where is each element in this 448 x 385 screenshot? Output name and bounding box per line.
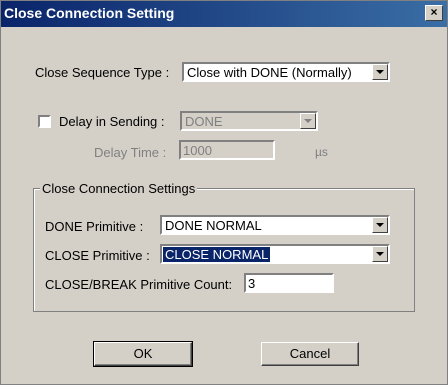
close-icon[interactable]: ×: [425, 5, 443, 21]
chevron-down-icon[interactable]: [372, 64, 388, 80]
cancel-button[interactable]: Cancel: [261, 342, 359, 366]
done-primitive-value: DONE NORMAL: [165, 218, 262, 233]
delay-time-label: Delay Time :: [94, 145, 167, 160]
window-title: Close Connection Setting: [4, 5, 175, 21]
count-label: CLOSE/BREAK Primitive Count:: [45, 277, 233, 292]
chevron-down-icon[interactable]: [300, 113, 316, 129]
delay-value: DONE: [185, 114, 223, 129]
delay-checkbox[interactable]: [38, 115, 51, 128]
delay-time-field[interactable]: 1000: [179, 140, 275, 160]
done-primitive-select[interactable]: DONE NORMAL: [160, 215, 390, 235]
close-sequence-label: Close Sequence Type :: [35, 65, 170, 80]
delay-checkbox-label: Delay in Sending :: [59, 114, 165, 129]
chevron-down-icon[interactable]: [372, 217, 388, 233]
close-primitive-value: CLOSE NORMAL: [163, 247, 271, 262]
done-primitive-label: DONE Primitive :: [45, 219, 144, 234]
delay-time-value: 1000: [183, 143, 212, 158]
close-primitive-selected-text: CLOSE NORMAL: [163, 247, 271, 262]
count-value: 3: [248, 276, 256, 291]
close-primitive-label: CLOSE Primitive :: [45, 248, 150, 263]
count-field[interactable]: 3: [244, 273, 334, 293]
delay-select[interactable]: DONE: [180, 111, 318, 131]
chevron-down-icon[interactable]: [372, 246, 388, 262]
close-primitive-select[interactable]: CLOSE NORMAL: [160, 244, 390, 264]
title-bar[interactable]: Close Connection Setting ×: [1, 1, 447, 27]
delay-unit: µs: [315, 145, 328, 159]
ok-button[interactable]: OK: [93, 341, 193, 367]
settings-group-title: Close Connection Settings: [40, 181, 198, 196]
close-sequence-select[interactable]: Close with DONE (Normally): [182, 62, 390, 82]
close-connection-dialog: Close Connection Setting × Close Sequenc…: [0, 0, 448, 385]
close-sequence-value: Close with DONE (Normally): [187, 65, 352, 80]
